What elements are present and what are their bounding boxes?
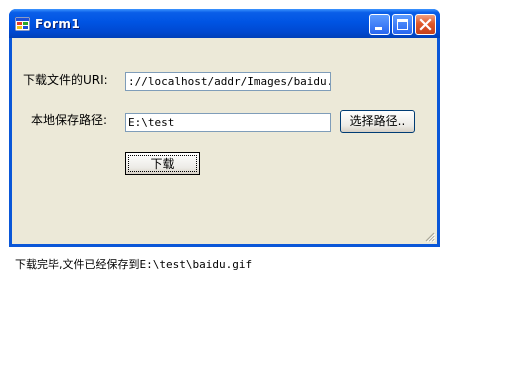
minimize-button[interactable]: [369, 14, 390, 35]
title-bar[interactable]: Form1: [9, 9, 440, 38]
download-button[interactable]: 下载: [125, 152, 200, 175]
save-path-input[interactable]: E:\test: [125, 113, 331, 132]
status-text: 下载完毕,文件已经保存到: [15, 258, 140, 271]
form1-window: Form1 下载文件的URI: ://localhost/addr/Images…: [9, 9, 440, 271]
form-client-area: 下载文件的URI: ://localhost/addr/Images/baidu…: [12, 38, 437, 271]
uri-label: 下载文件的URI:: [23, 73, 108, 87]
minimize-icon: [375, 27, 382, 30]
uri-input[interactable]: ://localhost/addr/Images/baidu.gif: [125, 72, 331, 91]
download-button-label: 下载: [128, 155, 197, 172]
form-app-icon: [15, 17, 30, 31]
window-title: Form1: [35, 17, 81, 31]
maximize-icon: [397, 19, 408, 30]
maximize-button[interactable]: [392, 14, 413, 35]
save-path-label: 本地保存路径:: [31, 113, 108, 127]
status-message: 下载完毕,文件已经保存到E:\test\baidu.gif: [15, 256, 252, 272]
resize-grip-icon[interactable]: [424, 231, 435, 242]
status-path: E:\test\baidu.gif: [139, 258, 253, 271]
browse-path-button[interactable]: 选择路径..: [340, 110, 415, 133]
close-icon: [419, 18, 432, 31]
close-button[interactable]: [415, 14, 436, 35]
